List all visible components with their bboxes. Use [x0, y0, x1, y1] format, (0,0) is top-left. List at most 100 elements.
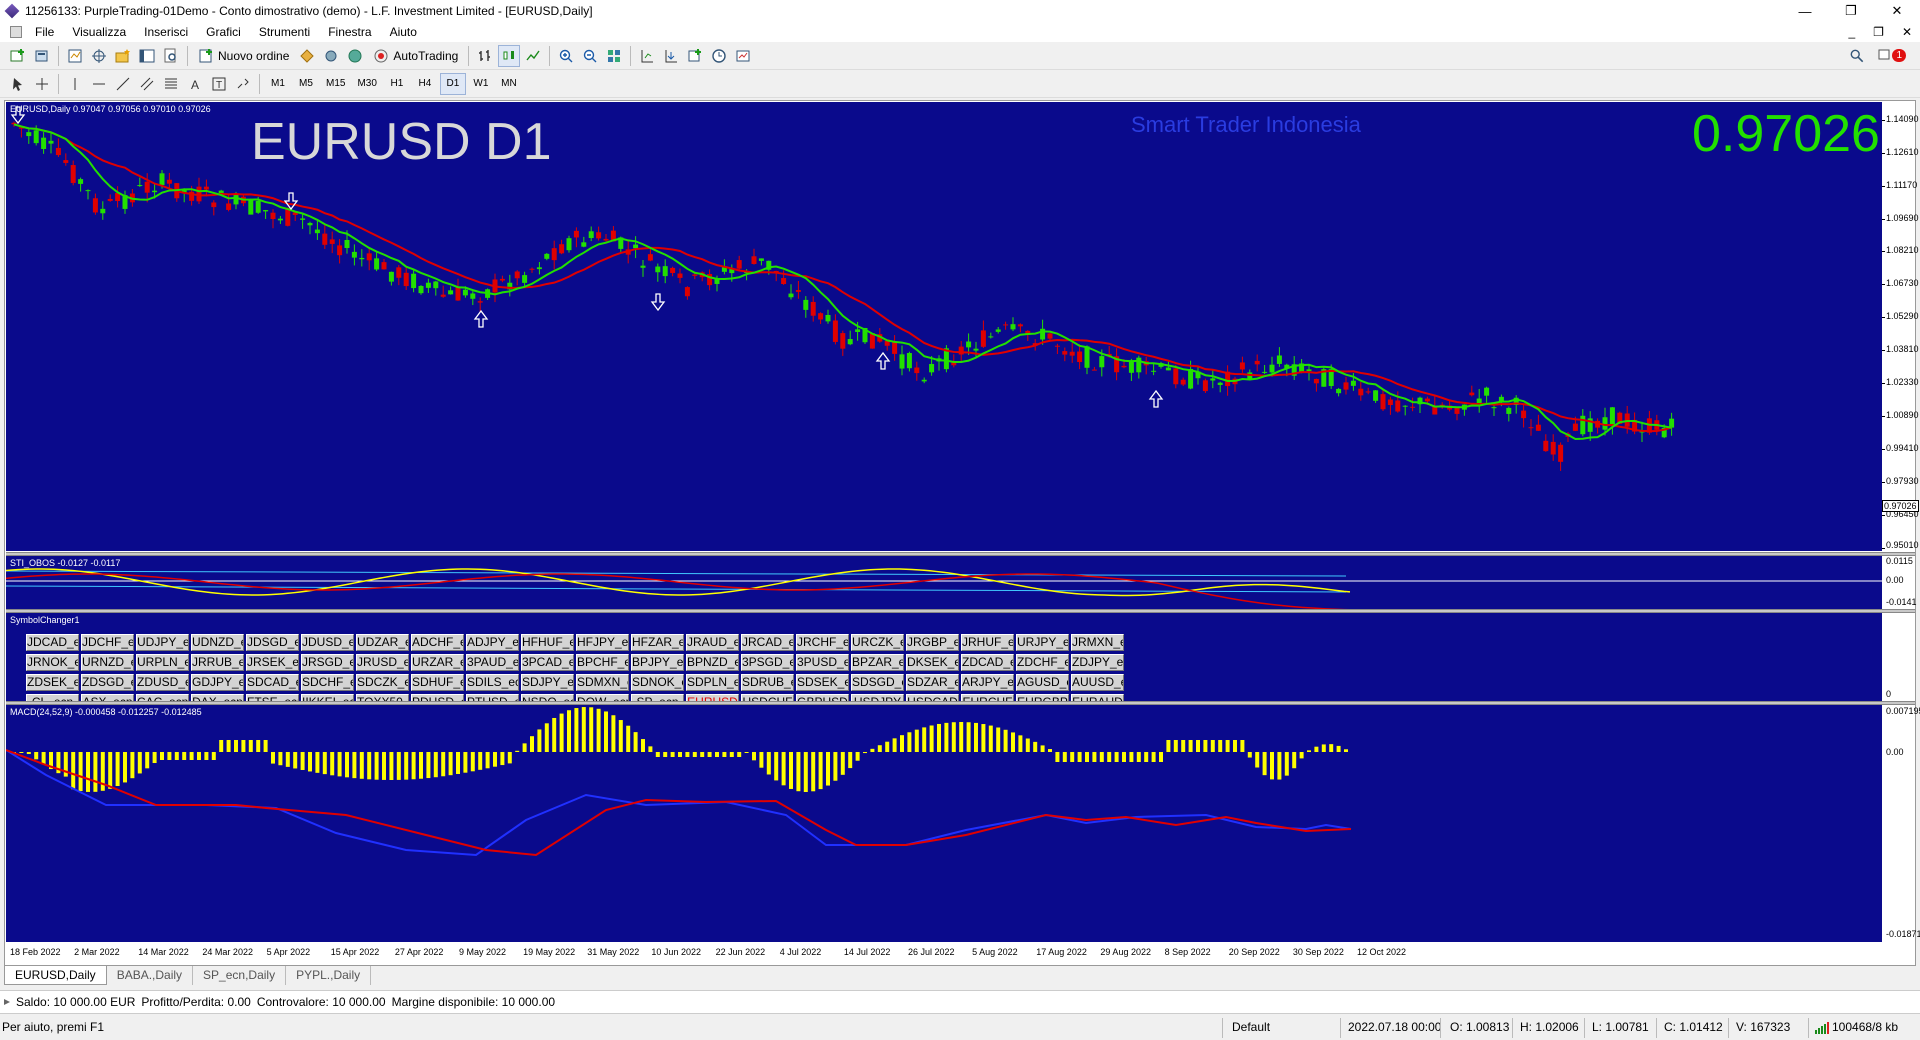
- templates-button[interactable]: [732, 45, 754, 67]
- symbol-button[interactable]: JRSEK_ec: [246, 654, 299, 671]
- symbol-button[interactable]: URJPY_ec: [1016, 634, 1069, 651]
- symbol-button[interactable]: USDCAD: [906, 694, 959, 701]
- symbol-button[interactable]: DAX_ecn: [191, 694, 244, 701]
- market-button[interactable]: [344, 45, 366, 67]
- symbol-button[interactable]: GDJPY_ec: [191, 674, 244, 691]
- timeframe-h4[interactable]: H4: [412, 73, 438, 95]
- profiles-button[interactable]: [31, 45, 53, 67]
- symbol-button[interactable]: ARJPY_ec: [961, 674, 1014, 691]
- menu-inserisci[interactable]: Inserisci: [135, 25, 197, 39]
- mdi-close-button[interactable]: ✕: [1902, 25, 1912, 39]
- symbol-button[interactable]: ZDSGD_ec: [81, 674, 134, 691]
- symbol-button[interactable]: TOXX50_ec: [356, 694, 409, 701]
- symbol-button[interactable]: SDSEK_ec: [796, 674, 849, 691]
- symbol-button[interactable]: UDZAR_ec: [356, 634, 409, 651]
- timeframe-w1[interactable]: W1: [468, 73, 494, 95]
- status-profile[interactable]: Default: [1232, 1020, 1270, 1034]
- symbol-button[interactable]: SDCZK_ec: [356, 674, 409, 691]
- strategy-tester-button[interactable]: [160, 45, 182, 67]
- symbol-button[interactable]: BPCHF_ec: [576, 654, 629, 671]
- symbol-button[interactable]: SDNOK_ec: [631, 674, 684, 691]
- vertical-line-button[interactable]: [64, 73, 86, 95]
- symbol-button[interactable]: URPLN_ec: [136, 654, 189, 671]
- text-tool-button[interactable]: A: [184, 73, 206, 95]
- symbol-button[interactable]: PTUSD_ec: [466, 694, 519, 701]
- symbol-button[interactable]: SDSGD_ec: [851, 674, 904, 691]
- menu-grafici[interactable]: Grafici: [197, 25, 250, 39]
- symbol-button[interactable]: URCZK_ec: [851, 634, 904, 651]
- symbol-button[interactable]: CAC_ecn: [136, 694, 189, 701]
- symbol-button[interactable]: JRMXN_ec: [1071, 634, 1124, 651]
- bar-chart-button[interactable]: [474, 45, 496, 67]
- search-icon[interactable]: [1850, 49, 1864, 63]
- symbol-button[interactable]: SDPLN_ec: [686, 674, 739, 691]
- menu-strumenti[interactable]: Strumenti: [250, 25, 319, 39]
- symbol-button[interactable]: ASX_ecn: [81, 694, 134, 701]
- symbol-button[interactable]: UDNZD_ec: [191, 634, 244, 651]
- symbol-button[interactable]: JRGBP_ec: [906, 634, 959, 651]
- symbol-button[interactable]: JDCAD_ec: [26, 634, 79, 651]
- symbol-button[interactable]: 3PAUD_ec: [466, 654, 519, 671]
- text-label-button[interactable]: T: [208, 73, 230, 95]
- symbol-button[interactable]: URZAR_ec: [411, 654, 464, 671]
- crosshair-tool-button[interactable]: [31, 73, 53, 95]
- symbol-button[interactable]: JDUSD_ec: [301, 634, 354, 651]
- timeframe-m30[interactable]: M30: [352, 73, 381, 95]
- symbol-button[interactable]: BPZAR_ec: [851, 654, 904, 671]
- symbol-button[interactable]: JRHUF_ec: [961, 634, 1014, 651]
- notification-badge[interactable]: 1: [1878, 49, 1906, 63]
- connection-bars-icon[interactable]: [1815, 1022, 1829, 1034]
- symbol-button[interactable]: JRNOK_ec: [26, 654, 79, 671]
- price-axis[interactable]: 1.14090 1.12610 1.11170 1.09690 1.08210 …: [1882, 102, 1919, 551]
- obos-axis[interactable]: 0.0115 0.00 -0.0141: [1882, 556, 1917, 609]
- tab-baba[interactable]: BABA.,Daily: [107, 966, 194, 985]
- symbol-button[interactable]: JDSGD_ec: [246, 634, 299, 651]
- mdi-minimize-button[interactable]: _: [1848, 25, 1855, 39]
- symbol-button[interactable]: EURAUD: [1071, 694, 1124, 701]
- symbol-button[interactable]: 3PUSD_ec: [796, 654, 849, 671]
- symbol-button[interactable]: SDCHF_ec: [301, 674, 354, 691]
- symbol-button[interactable]: BPJPY_ec: [631, 654, 684, 671]
- menu-aiuto[interactable]: Aiuto: [381, 25, 426, 39]
- autotrading-button[interactable]: AutoTrading: [368, 45, 463, 67]
- symbol-button[interactable]: PDUSD_ec: [411, 694, 464, 701]
- symbol-button[interactable]: ZDUSD_ec: [136, 674, 189, 691]
- symbol-button[interactable]: AUUSD_ec: [1071, 674, 1124, 691]
- symbol-button[interactable]: JRSGD_ec: [301, 654, 354, 671]
- trendline-button[interactable]: [112, 73, 134, 95]
- chart-document-icon[interactable]: [10, 26, 22, 38]
- periods-button[interactable]: [708, 45, 730, 67]
- arrows-button[interactable]: [232, 73, 254, 95]
- price-pane[interactable]: EURUSD,Daily 0.97047 0.97056 0.97010 0.9…: [6, 102, 1882, 551]
- candlestick-chart-button[interactable]: [498, 44, 521, 67]
- symbol-button[interactable]: ADJPY_ec: [466, 634, 519, 651]
- symbol-button[interactable]: JDCHF_ec: [81, 634, 134, 651]
- symbol-button[interactable]: SDHUF_ec: [411, 674, 464, 691]
- new-order-button[interactable]: Nuovo ordine: [193, 45, 294, 67]
- market-watch-button[interactable]: [64, 45, 86, 67]
- symbol-button[interactable]: SDCAD_ec: [246, 674, 299, 691]
- macd-pane[interactable]: MACD(24,52,9) -0.000458 -0.012257 -0.012…: [6, 705, 1882, 942]
- symbol-button[interactable]: JRRUB_ec: [191, 654, 244, 671]
- symbol-button[interactable]: UDJPY_ec: [136, 634, 189, 651]
- symbol-button[interactable]: ZDJPY_ec: [1071, 654, 1124, 671]
- tile-windows-button[interactable]: [603, 45, 625, 67]
- timeframe-m1[interactable]: M1: [265, 73, 291, 95]
- minimize-button[interactable]: —: [1782, 0, 1828, 22]
- timeframe-d1[interactable]: D1: [439, 72, 466, 95]
- timeframe-h1[interactable]: H1: [384, 73, 410, 95]
- symbol-button[interactable]: EURCHF: [961, 694, 1014, 701]
- navigator-button[interactable]: [88, 45, 110, 67]
- macd-axis[interactable]: 0.007195 0.00 -0.01871: [1882, 705, 1920, 942]
- menu-visualizza[interactable]: Visualizza: [63, 25, 135, 39]
- symbol-button[interactable]: JRUSD_ec: [356, 654, 409, 671]
- new-chart-button[interactable]: [7, 45, 29, 67]
- signals-button[interactable]: [320, 45, 342, 67]
- symbol-button[interactable]: 3PCAD_ec: [521, 654, 574, 671]
- symbol-button[interactable]: CL_ecn: [26, 694, 79, 701]
- symbol-button[interactable]: ZDCAD_ec: [961, 654, 1014, 671]
- menu-file[interactable]: File: [26, 25, 63, 39]
- zoom-in-button[interactable]: [555, 45, 577, 67]
- symbol-button[interactable]: BPNZD_ec: [686, 654, 739, 671]
- symbol-button[interactable]: HFHUF_ec: [521, 634, 574, 651]
